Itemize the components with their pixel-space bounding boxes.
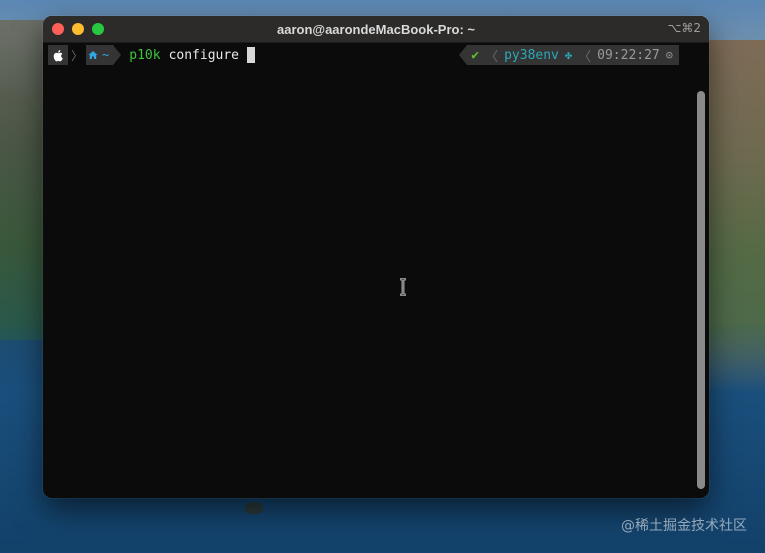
window-title: aaron@aarondeMacBook-Pro: ~: [277, 21, 475, 37]
segment-separator-icon: 〈: [485, 49, 499, 65]
prompt-right-segments: ✔ 〈 py38env ✤ 〈 09:22:27 ⊙: [459, 45, 679, 65]
prompt-line: 〉 ~ p10k configure ✔ 〈 py38env ✤ 〈 09:22…: [48, 45, 679, 65]
python-icon: ✤: [564, 48, 573, 62]
window-controls: [52, 23, 104, 35]
watermark: @稀土掘金技术社区: [621, 518, 747, 534]
segment-separator-icon: 〉: [71, 48, 84, 63]
rock-scenery: [245, 502, 263, 514]
mouse-ibeam-icon: [400, 278, 406, 296]
os-segment: [48, 45, 68, 65]
segment-separator-icon: 〈: [578, 49, 592, 65]
scrollbar-thumb[interactable]: [697, 91, 705, 489]
command-name: p10k: [129, 47, 161, 63]
vertical-scrollbar[interactable]: [697, 91, 705, 489]
directory-segment: ~: [86, 45, 114, 65]
command-argument: configure: [168, 47, 240, 63]
home-icon: [88, 51, 98, 59]
close-button[interactable]: [52, 23, 64, 35]
segment-start-arrow: [459, 45, 468, 65]
current-directory: ~: [102, 48, 110, 62]
title-bar[interactable]: aaron@aarondeMacBook-Pro: ~ ⌥⌘2: [43, 16, 709, 43]
segment-end-arrow: [113, 45, 122, 65]
window-shortcut: ⌥⌘2: [667, 21, 701, 35]
clock-icon: ⊙: [665, 48, 673, 62]
prompt-time: 09:22:27: [597, 47, 660, 63]
zoom-button[interactable]: [92, 23, 104, 35]
status-check-icon: ✔: [471, 47, 480, 63]
status-segment: ✔ 〈 py38env ✤ 〈 09:22:27 ⊙: [467, 45, 679, 65]
prompt-left-segments: 〉 ~ p10k configure: [48, 45, 256, 65]
command-input[interactable]: p10k configure: [129, 47, 256, 63]
apple-icon: [53, 49, 63, 61]
minimize-button[interactable]: [72, 23, 84, 35]
text-cursor: [247, 47, 256, 63]
terminal-window[interactable]: aaron@aarondeMacBook-Pro: ~ ⌥⌘2 〉 ~ p10k…: [43, 16, 709, 498]
terminal-content[interactable]: 〉 ~ p10k configure ✔ 〈 py38env ✤ 〈 09:22…: [43, 43, 709, 498]
virtualenv-name: py38env: [504, 47, 559, 63]
